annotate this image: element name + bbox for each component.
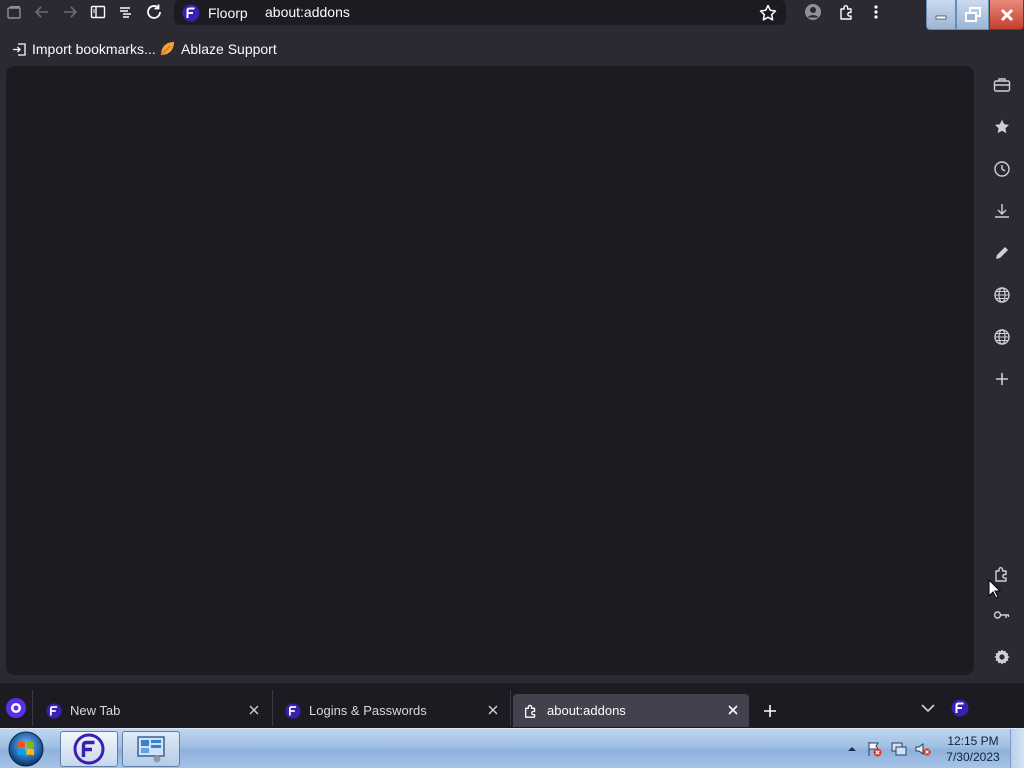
forward-arrow-icon xyxy=(64,6,78,18)
notes-pencil-icon xyxy=(996,247,1008,259)
clock-time: 12:15 PM xyxy=(947,734,999,748)
floorp-favicon-icon xyxy=(46,702,62,719)
action-center-flag-icon[interactable] xyxy=(866,741,882,757)
bookmark-label: Ablaze Support xyxy=(181,41,277,57)
nav-bar: Floorp about:addons xyxy=(0,0,1024,27)
tab-separator xyxy=(32,690,33,726)
chevron-down-icon xyxy=(921,704,935,713)
close-window-button[interactable] xyxy=(989,0,1024,30)
back-arrow-icon xyxy=(34,6,48,18)
tab-label: New Tab xyxy=(70,703,121,718)
minimize-icon xyxy=(935,15,947,19)
minimize-button[interactable] xyxy=(926,0,956,30)
tab-label: about:addons xyxy=(547,703,626,718)
floorp-workspaces-button[interactable] xyxy=(5,697,27,719)
network-icon[interactable] xyxy=(891,741,907,757)
plus-icon xyxy=(764,705,776,717)
start-button[interactable] xyxy=(6,730,46,768)
show-desktop-button[interactable] xyxy=(1010,729,1024,768)
bookmark-ablaze-support[interactable]: Ablaze Support xyxy=(158,36,277,62)
bookmarks-toolbar: Import bookmarks... Ablaze Support xyxy=(0,36,1024,62)
tab-new-tab[interactable]: New Tab xyxy=(38,694,270,727)
downloads-icon xyxy=(995,204,1009,218)
sidebar-settings-button[interactable] xyxy=(990,645,1014,669)
sidebar-bookmarks-button[interactable] xyxy=(990,115,1014,139)
account-icon xyxy=(805,4,821,20)
tab-manager-icon[interactable] xyxy=(0,0,28,24)
url-bar[interactable]: Floorp about:addons xyxy=(174,0,786,25)
url-input[interactable]: about:addons xyxy=(265,0,350,25)
tab-separator xyxy=(272,690,273,726)
ablaze-leaf-icon xyxy=(160,42,174,56)
identity-box[interactable]: Floorp xyxy=(182,0,248,25)
close-tab-icon[interactable] xyxy=(487,704,499,716)
sidebar-downloads-button[interactable] xyxy=(990,199,1014,223)
sidebar-web-panel-2-button[interactable] xyxy=(990,325,1014,349)
sidebar-toolbox-button[interactable] xyxy=(990,73,1014,97)
tab-about-addons[interactable]: about:addons xyxy=(513,694,749,727)
windows-start-orb xyxy=(8,731,44,767)
floorp-menu-button[interactable] xyxy=(951,699,969,717)
sidebar-toggle-icon xyxy=(90,5,106,19)
import-icon xyxy=(13,42,26,56)
app-menu-button[interactable] xyxy=(862,0,890,24)
sidebar-web-panel-1-button[interactable] xyxy=(990,283,1014,307)
close-tab-icon[interactable] xyxy=(727,704,739,716)
volume-muted-icon[interactable] xyxy=(915,741,931,757)
control-panel-icon xyxy=(137,736,165,763)
floorp-favicon-icon xyxy=(285,702,301,719)
bookmark-import[interactable]: Import bookmarks... xyxy=(12,36,156,62)
bookmarks-star-icon xyxy=(994,119,1010,134)
close-tab-icon[interactable] xyxy=(248,704,260,716)
windows-taskbar: 12:15 PM 7/30/2023 xyxy=(0,728,1024,768)
settings-gear-icon xyxy=(994,649,1010,665)
kebab-menu-icon xyxy=(874,5,878,19)
system-clock[interactable]: 12:15 PM 7/30/2023 xyxy=(938,733,1008,765)
floorp-app-icon xyxy=(73,733,105,765)
mouse-cursor-icon xyxy=(988,579,1001,599)
identity-label: Floorp xyxy=(208,4,248,21)
bookmark-star-button[interactable] xyxy=(758,3,778,23)
new-tab-button[interactable] xyxy=(762,703,778,719)
sidebar-passwords-button[interactable] xyxy=(990,603,1014,627)
reload-icon xyxy=(147,4,161,19)
restore-icon xyxy=(964,6,981,22)
show-hidden-arrow-icon[interactable] xyxy=(844,741,860,757)
page-content[interactable] xyxy=(6,66,974,675)
puzzle-icon xyxy=(840,5,852,20)
tree-tabs-icon xyxy=(120,7,131,18)
clock-date: 7/30/2023 xyxy=(946,750,1000,764)
tree-tabs-button[interactable] xyxy=(112,0,140,24)
list-all-tabs-button[interactable] xyxy=(920,701,936,715)
add-panel-plus-icon xyxy=(996,373,1008,385)
web-panel-globe-icon xyxy=(994,329,1010,345)
restore-button[interactable] xyxy=(956,0,989,30)
passwords-key-icon xyxy=(993,611,1010,619)
taskbar-control-panel-button[interactable] xyxy=(122,731,180,767)
sidebar-notes-button[interactable] xyxy=(990,241,1014,265)
close-icon xyxy=(1000,8,1013,21)
taskbar-floorp-button[interactable] xyxy=(60,731,118,767)
sidebar-history-button[interactable] xyxy=(990,157,1014,181)
forward-button[interactable] xyxy=(56,0,84,24)
account-button[interactable] xyxy=(799,0,827,24)
history-clock-icon xyxy=(994,161,1010,177)
floorp-logo-icon xyxy=(951,699,969,717)
tab-label: Logins & Passwords xyxy=(309,703,427,718)
bookmark-label: Import bookmarks... xyxy=(32,41,156,57)
tab-strip: New Tab Logins & Passwords about:addons xyxy=(0,683,1024,728)
tab-logins-passwords[interactable]: Logins & Passwords xyxy=(277,694,509,727)
tab-separator xyxy=(510,690,511,726)
puzzle-icon xyxy=(525,704,536,718)
extensions-button[interactable] xyxy=(833,0,861,24)
back-button[interactable] xyxy=(28,0,56,24)
sidebar-add-panel-button[interactable] xyxy=(990,367,1014,391)
star-icon xyxy=(759,4,777,21)
reload-button[interactable] xyxy=(140,0,168,24)
floorp-workspace-icon xyxy=(6,698,26,718)
toolbox-icon xyxy=(993,78,1011,92)
sidebar-toggle-button[interactable] xyxy=(84,0,112,24)
web-panel-globe-icon xyxy=(994,287,1010,303)
floorp-logo-icon xyxy=(182,4,200,21)
